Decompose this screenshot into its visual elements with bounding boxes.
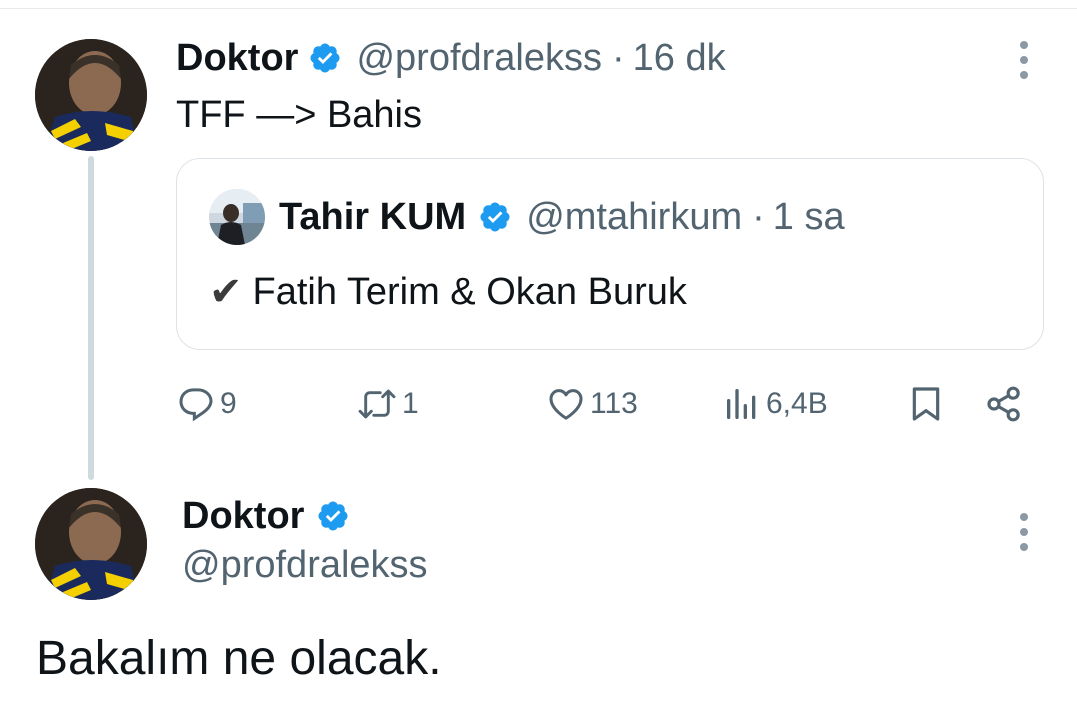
tweet2-header: Doktor xyxy=(182,493,350,539)
repost-count: 1 xyxy=(402,387,419,420)
quoted-tweet[interactable]: Tahir KUM @mtahirkum · 1 sa ✔ Fatih Teri… xyxy=(176,158,1044,350)
separator-dot: · xyxy=(752,195,765,238)
bookmark-icon[interactable] xyxy=(906,380,946,428)
author-handle[interactable]: @profdralekss xyxy=(182,542,428,588)
views-count: 6,4B xyxy=(766,387,828,420)
views-button[interactable]: 6,4B xyxy=(722,380,828,428)
repost-icon xyxy=(356,384,398,424)
like-icon xyxy=(546,384,586,424)
thread-line xyxy=(88,156,94,480)
like-count: 113 xyxy=(590,387,638,420)
tweet-time[interactable]: 16 dk xyxy=(633,37,726,80)
quoted-author-name[interactable]: Tahir KUM xyxy=(279,196,466,239)
author-name[interactable]: Doktor xyxy=(182,495,304,538)
reply-button[interactable]: 9 xyxy=(176,380,237,428)
avatar-photo-icon xyxy=(209,189,265,245)
reply-icon xyxy=(176,384,216,424)
quoted-tweet-text-row: ✔ Fatih Terim & Okan Buruk xyxy=(209,269,687,315)
reply-count: 9 xyxy=(220,387,237,420)
tweet-text: Bakalım ne olacak. xyxy=(36,631,442,685)
author-handle[interactable]: @profdralekss xyxy=(356,37,602,80)
verified-badge-icon xyxy=(478,200,512,234)
quoted-tweet-time[interactable]: 1 sa xyxy=(773,196,845,239)
top-divider xyxy=(0,8,1077,9)
views-icon xyxy=(722,384,762,424)
separator-dot: · xyxy=(612,36,625,79)
repost-button[interactable]: 1 xyxy=(356,380,419,428)
avatar-photo-icon xyxy=(35,488,147,600)
like-button[interactable]: 113 xyxy=(546,380,638,428)
check-mark-icon: ✔ xyxy=(209,270,243,314)
quoted-header: Tahir KUM @mtahirkum · 1 sa xyxy=(279,193,845,241)
author-name[interactable]: Doktor xyxy=(176,37,298,80)
share-icon[interactable] xyxy=(984,380,1024,428)
more-icon[interactable] xyxy=(1012,512,1036,557)
quoted-author-handle[interactable]: @mtahirkum xyxy=(526,196,742,239)
verified-badge-icon xyxy=(316,499,350,533)
quoted-tweet-text: Fatih Terim & Okan Buruk xyxy=(252,270,687,313)
quoted-author-avatar[interactable] xyxy=(209,189,265,245)
author-avatar[interactable] xyxy=(35,39,147,151)
avatar-photo-icon xyxy=(35,39,147,151)
tweet1-header: Doktor @profdralekss · 16 dk xyxy=(176,34,726,82)
author-avatar[interactable] xyxy=(35,488,147,600)
more-icon[interactable] xyxy=(1012,40,1036,85)
tweet-text: TFF —> Bahis xyxy=(176,93,422,136)
verified-badge-icon xyxy=(308,41,342,75)
